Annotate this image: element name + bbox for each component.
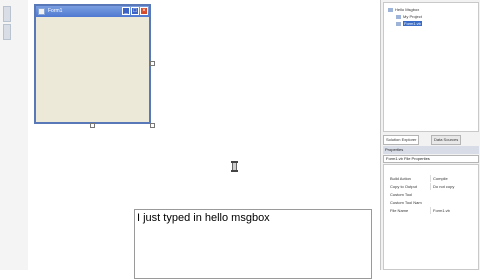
tab-data-sources[interactable]: Data Sources [431, 135, 462, 145]
close-icon[interactable]: × [140, 7, 148, 15]
tab-solution-explorer[interactable]: Solution Explorer [383, 135, 420, 145]
server-explorer-tab[interactable] [3, 24, 11, 40]
property-row[interactable]: File Name Form1.vb [384, 207, 478, 214]
properties-grid[interactable]: Build Action Compile Copy to Output Do n… [383, 164, 479, 270]
tree-item-my-project[interactable]: My Project [396, 14, 422, 20]
caption-box: I just typed in hello msgbox [134, 209, 372, 279]
property-row[interactable]: Custom Tool [384, 191, 478, 198]
tree-item-project[interactable]: Hello Msgbox [388, 7, 419, 13]
hourglass-cursor-icon [231, 161, 238, 172]
form-titlebar[interactable]: Form1 _ □ × [36, 6, 149, 17]
form1-window[interactable]: Form1 _ □ × [34, 4, 151, 124]
property-row[interactable]: Copy to Output Do not copy [384, 183, 478, 190]
toolbox-tab[interactable] [3, 6, 11, 22]
form-icon [38, 8, 45, 15]
maximize-icon[interactable]: □ [131, 7, 139, 15]
panel-tabs: Solution Explorer Data Sources [383, 135, 479, 145]
resize-handle-bottom[interactable] [90, 123, 95, 128]
caption-text: I just typed in hello msgbox [137, 212, 270, 224]
project-icon [388, 7, 393, 12]
resize-handle-right[interactable] [150, 61, 155, 66]
properties-header: Properties [383, 146, 479, 154]
tree-item-form1[interactable]: Form1.vb [396, 21, 422, 27]
left-toolbox-strip [0, 0, 29, 270]
right-tool-panel: Hello Msgbox My Project Form1.vb Solutio… [380, 0, 480, 270]
form-title: Form1 [48, 8, 63, 14]
minimize-icon[interactable]: _ [122, 7, 130, 15]
property-row[interactable]: Build Action Compile [384, 175, 478, 182]
folder-icon [396, 14, 401, 19]
file-icon [396, 21, 401, 26]
properties-object-selector[interactable]: Form1.vb File Properties [383, 155, 479, 163]
property-row[interactable]: Custom Tool Nam [384, 199, 478, 206]
resize-handle-corner[interactable] [150, 123, 155, 128]
solution-explorer-tree[interactable]: Hello Msgbox My Project Form1.vb [383, 2, 479, 132]
